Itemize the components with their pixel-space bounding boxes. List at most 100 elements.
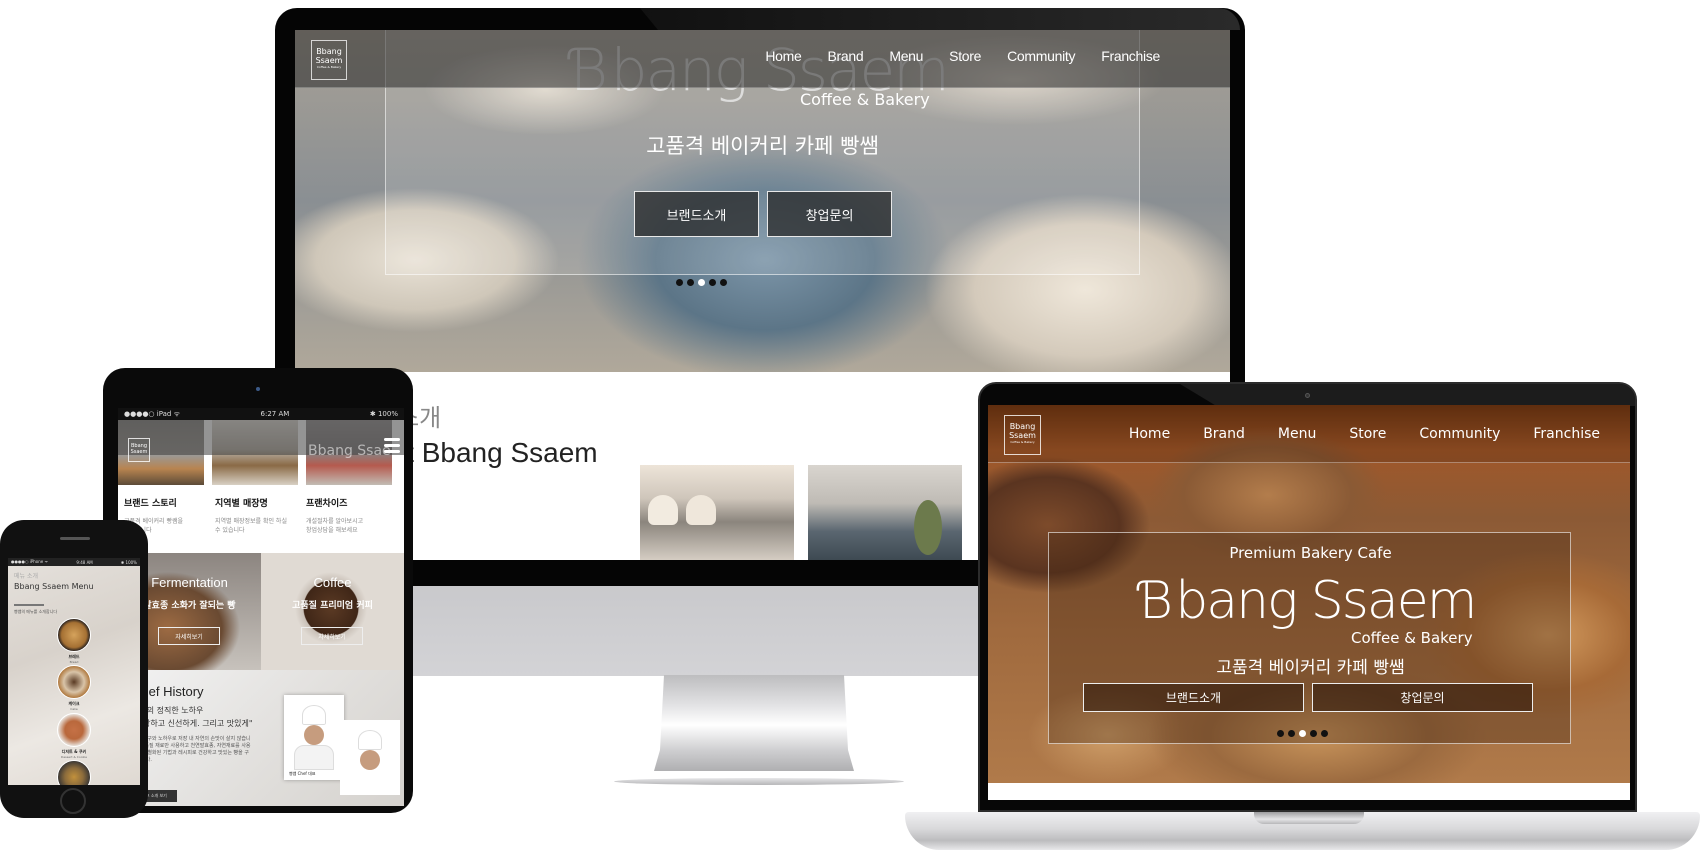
franchise-inquiry-button[interactable]: 창업문의 [1312, 683, 1533, 712]
phone-speaker [60, 537, 90, 540]
logo-text-1: Bbang [316, 47, 342, 56]
chef-hat-icon [302, 705, 326, 725]
nav-store[interactable]: Store [949, 48, 981, 64]
menu-item-en: Dessert & Cookie [61, 755, 87, 759]
nav-menu: Home Brand Menu Store Community Franchis… [765, 48, 1160, 64]
carousel-dot[interactable] [720, 279, 727, 286]
card-desc: 개설절차를 알아보시고 창업상담을 해보세요 [306, 518, 364, 534]
laptop-logo-tag: Coffee & Bakery [1010, 440, 1035, 444]
coffee-tile: Coffee 고품질 프리미엄 커피 자세히보기 [261, 553, 404, 670]
monitor-stand [654, 675, 854, 771]
phone-carrier: ●●●●○ iPhone ᯤ [11, 559, 49, 564]
logo-text-2: Ssaem [315, 56, 343, 65]
card-title: 지역별 매장명 [215, 499, 268, 509]
nav-community[interactable]: Community [1419, 426, 1500, 442]
responsive-mockup: Ɓbang Ssaem Coffee & Bakery Bbang Ssaem … [0, 0, 1700, 850]
nav-brand[interactable]: Brand [1203, 426, 1245, 442]
laptop-hero-box: Premium Bakery Cafe Ɓbang Ssaem Coffee &… [1048, 532, 1571, 744]
tablet-card[interactable]: 지역별 매장명 지역별 매장정보를 확인 하실 수 있습니다 [215, 496, 306, 535]
hero-buttons: 브랜드소개 창업문의 [634, 191, 892, 237]
tablet-camera [256, 387, 260, 391]
coffee-image [57, 760, 91, 785]
carousel-dot[interactable] [1288, 730, 1295, 737]
carousel-dot[interactable] [1310, 730, 1317, 737]
nav-menu-link[interactable]: Menu [889, 48, 923, 64]
nav-franchise[interactable]: Franchise [1533, 426, 1600, 442]
carousel-dot[interactable] [687, 279, 694, 286]
franchise-inquiry-button[interactable]: 창업문의 [767, 191, 892, 237]
card-title: 프랜차이즈 [306, 499, 348, 509]
nav-home[interactable]: Home [1129, 426, 1170, 442]
brand-intro-button[interactable]: 브랜드소개 [634, 191, 759, 237]
chef-face [304, 725, 324, 745]
laptop-logo-text-2: Ssaem [1009, 431, 1036, 440]
hero-tagline: 고품격 베이커리 카페 빵쌤 [646, 134, 879, 158]
menu-item-cake[interactable]: 케이크 Cake [56, 665, 92, 711]
card-title: 브랜드 스토리 [124, 499, 177, 509]
laptop-nav-menu: Home Brand Menu Store Community Franchis… [1129, 426, 1600, 442]
carousel-dot[interactable] [698, 279, 705, 286]
chef-body [294, 745, 334, 770]
nav-community[interactable]: Community [1007, 48, 1075, 64]
phone-section-label: 메뉴 소개 [14, 573, 38, 580]
cake-image [57, 665, 91, 699]
laptop-hero-buttons: 브랜드소개 창업문의 [1083, 683, 1533, 712]
premium-label: Premium Bakery Cafe [1229, 544, 1392, 562]
laptop-camera [1305, 393, 1310, 398]
nav-franchise[interactable]: Franchise [1101, 48, 1160, 64]
chef-history-section: Chef History 경력의 정직한 노하우 "건강하고 신선하게. 그리고… [118, 670, 404, 806]
nav-home[interactable]: Home [765, 48, 801, 64]
tablet-cards: 브랜드 스토리 고품격 베이커리 빵쌤을소개합니다 지역별 매장명 지역별 매장… [124, 496, 404, 535]
tile-subtitle: 고품질 프리미엄 커피 [292, 601, 373, 611]
laptop-carousel-dots [1277, 730, 1328, 737]
tablet-card[interactable]: 프랜차이즈 개설절차를 알아보시고 창업상담을 해보세요 [306, 496, 397, 535]
chef-photo-card: 빵쌤 Chef 대표 [284, 695, 344, 780]
carousel-dot[interactable] [1321, 730, 1328, 737]
site-logo[interactable]: Bbang Ssaem Coffee & Bakery [311, 40, 347, 80]
hero-banner: Ɓbang Ssaem Coffee & Bakery Bbang Ssaem … [295, 30, 1230, 372]
menu-item-coffee[interactable] [56, 760, 92, 785]
nav-store[interactable]: Store [1349, 426, 1386, 442]
card-desc: 지역별 매장정보를 확인 하실 수 있습니다 [215, 518, 287, 534]
menu-item-en: Cake [70, 707, 78, 711]
phone-home-button [60, 788, 86, 814]
menu-item-en: Bread [69, 660, 79, 664]
phone-battery: ✱ 100% [120, 559, 137, 565]
phone-title-underline [14, 604, 44, 606]
laptop-brand-subtitle: Coffee & Bakery [1351, 629, 1473, 647]
brand-intro-button[interactable]: 브랜드소개 [1083, 683, 1304, 712]
nav-brand[interactable]: Brand [827, 48, 863, 64]
carousel-dot[interactable] [1299, 730, 1306, 737]
tablet-logo[interactable]: Bbang Ssaem [128, 438, 150, 462]
hero-brand-subtitle: Coffee & Bakery [800, 90, 930, 109]
store-photo-2 [808, 465, 962, 560]
laptop-top-nav: Bbang Ssaem Coffee & Bakery Home Brand M… [988, 405, 1630, 463]
bread-image [57, 618, 91, 652]
carousel-dot[interactable] [1277, 730, 1284, 737]
monitor-glare [640, 8, 1240, 30]
carousel-dot[interactable] [676, 279, 683, 286]
tablet-header: Bbang Ssaem Bbang Ssae [118, 420, 404, 462]
phone-status-bar: ●●●●○ iPhone ᯤ 9:48 AM ✱ 100% [8, 558, 140, 566]
laptop-notch [1254, 812, 1364, 824]
nav-menu-link[interactable]: Menu [1278, 426, 1316, 442]
hamburger-menu-icon[interactable] [384, 438, 400, 454]
tablet-time: 6:27 AM [260, 410, 290, 418]
dessert-image [57, 713, 91, 747]
coffee-more-button[interactable]: 자세히보기 [301, 627, 363, 645]
laptop-tagline: 고품격 베이커리 카페 빵쌤 [1216, 658, 1405, 678]
menu-item-bread[interactable]: 브레드 Bread [56, 618, 92, 664]
menu-item-dessert[interactable]: 디저트 & 쿠키 Dessert & Cookie [56, 713, 92, 759]
tablet-carrier: ●●●●○ iPad ᯤ [124, 409, 180, 418]
chef-name: 빵쌤 Chef 대표 [289, 771, 316, 776]
phone-title: Bbang Ssaem Menu [14, 582, 94, 591]
laptop-brand-name: Ɓbang Ssaem [1139, 571, 1477, 631]
laptop-site: Bbang Ssaem Coffee & Bakery Home Brand M… [988, 405, 1630, 800]
laptop-hero-banner: Bbang Ssaem Coffee & Bakery Home Brand M… [988, 405, 1630, 783]
chef-photo-card-2 [340, 720, 400, 795]
fermentation-more-button[interactable]: 자세히보기 [158, 627, 220, 645]
laptop-logo[interactable]: Bbang Ssaem Coffee & Bakery [1004, 415, 1041, 455]
phone-description: 빵쌤의 메뉴를 소개합니다 [14, 609, 58, 614]
carousel-dot[interactable] [709, 279, 716, 286]
logo-tag: Coffee & Bakery [316, 65, 342, 69]
